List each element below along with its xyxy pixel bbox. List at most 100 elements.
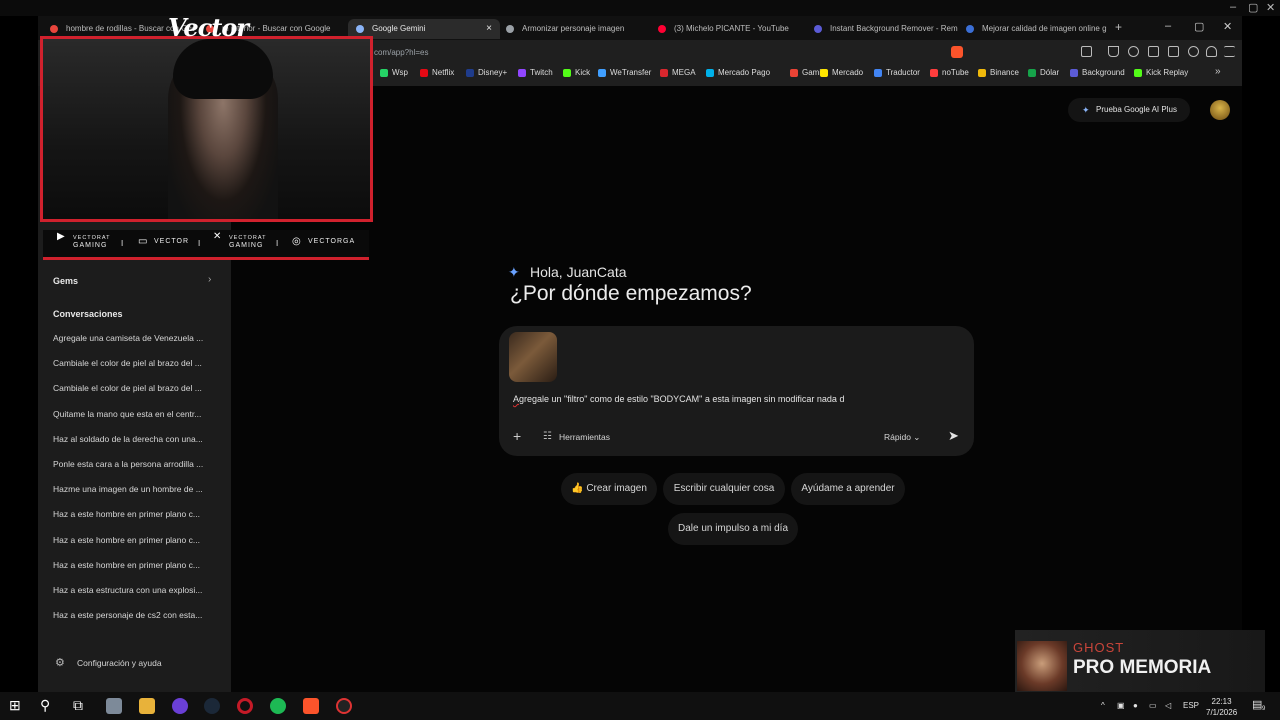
discord-icon[interactable]: [172, 698, 188, 714]
ai-icon[interactable]: [1188, 46, 1199, 57]
bookmark-label: Mercado Pago: [718, 68, 771, 77]
browser-tab[interactable]: Instant Background Remover - Remo: [806, 19, 958, 39]
conversation-item[interactable]: Agregale una camiseta de Venezuela ...: [53, 333, 221, 358]
bookmark-item[interactable]: MEGA: [660, 68, 696, 77]
volume-icon[interactable]: ◁: [1165, 701, 1171, 710]
close-icon[interactable]: ✕: [1266, 1, 1275, 14]
bookmark-favicon-icon: [660, 69, 668, 77]
obs-icon[interactable]: [336, 698, 352, 714]
bookmark-item[interactable]: Gamil: [790, 68, 823, 77]
conversation-item[interactable]: Cambiale el color de piel al brazo del .…: [53, 383, 221, 408]
maximize-icon[interactable]: ▢: [1248, 1, 1258, 14]
attached-image-thumbnail[interactable]: [509, 332, 557, 382]
language-indicator[interactable]: ESP: [1183, 701, 1199, 710]
bookmark-item[interactable]: Disney+: [466, 68, 507, 77]
chevron-right-icon[interactable]: ›: [208, 274, 211, 285]
prompt-input[interactable]: Agregale un "filtro" como de estilo "BOD…: [513, 394, 844, 404]
wallet-icon[interactable]: [1168, 46, 1179, 57]
model-speed-dropdown[interactable]: Rápido ⌄: [884, 432, 920, 443]
bookmark-item[interactable]: Mercado Pago: [706, 68, 770, 77]
x-icon: ✕: [213, 231, 223, 242]
conversation-item[interactable]: Haz a este personaje de cs2 con esta...: [53, 610, 221, 635]
chip-boost-day[interactable]: Dale un impulso a mi día: [668, 513, 798, 545]
search-icon[interactable]: ⚲: [40, 697, 50, 714]
task-view-icon[interactable]: ⧉: [73, 697, 83, 714]
tools-button[interactable]: ☷ Herramientas: [543, 431, 610, 442]
tab-close-icon[interactable]: ×: [486, 19, 492, 39]
bookmark-item[interactable]: Netflix: [420, 68, 454, 77]
app-icon[interactable]: [106, 698, 122, 714]
bookmark-label: WeTransfer: [610, 68, 652, 77]
chip-create-image[interactable]: 👍 Crear imagen: [561, 473, 657, 505]
page-title: ¿Por dónde empezamos?: [510, 282, 752, 305]
now-playing-widget: GHOST PRO MEMORIA: [1015, 630, 1265, 692]
bookmark-label: Traductor: [886, 68, 920, 77]
send-icon[interactable]: ➤: [948, 428, 959, 444]
window-maximize-icon[interactable]: ▢: [1194, 20, 1204, 33]
bookmark-favicon-icon: [820, 69, 828, 77]
x-handle-line2: GAMING: [229, 242, 264, 249]
bookmark-item[interactable]: Traductor: [874, 68, 920, 77]
spotify-icon[interactable]: [270, 698, 286, 714]
vpn-icon[interactable]: [1206, 46, 1217, 57]
conversation-item[interactable]: Haz a esta estructura con una explosi...: [53, 585, 221, 610]
conversation-item[interactable]: Haz al soldado de la derecha con una...: [53, 434, 221, 459]
add-attachment-icon[interactable]: +: [513, 428, 521, 444]
brave-icon[interactable]: [303, 698, 319, 714]
url-field[interactable]: com/app?hl=es: [368, 43, 968, 63]
settings-link[interactable]: ⚙ Configuración y ayuda: [53, 657, 162, 669]
window-minimize-icon[interactable]: –: [1165, 20, 1171, 32]
bookmark-item[interactable]: Twitch: [518, 68, 553, 77]
conversation-item[interactable]: Ponle esta cara a la persona arrodilla .…: [53, 459, 221, 484]
chip-write-anything[interactable]: Escribir cualquier cosa: [663, 473, 785, 505]
chevron-up-icon[interactable]: ^: [1101, 701, 1105, 710]
browser-tab[interactable]: Armonizar personaje imagen: [498, 19, 650, 39]
bookmark-favicon-icon: [598, 69, 606, 77]
browser-tab[interactable]: (3) Michelo PICANTE - YouTube: [650, 19, 802, 39]
menu-icon[interactable]: [1224, 46, 1235, 57]
window-close-icon[interactable]: ✕: [1223, 20, 1232, 33]
bookmark-item[interactable]: WeTransfer: [598, 68, 651, 77]
music-icon[interactable]: [1128, 46, 1139, 57]
tab-title: Mejorar calidad de imagen online g: [982, 24, 1107, 33]
bookmark-item[interactable]: Kick Replay: [1134, 68, 1188, 77]
gems-link[interactable]: Gems: [53, 276, 78, 286]
clock[interactable]: 22:13 7/1/2026: [1206, 696, 1237, 718]
conversation-item[interactable]: Hazme una imagen de un hombre de ...: [53, 484, 221, 509]
opera-gx-icon[interactable]: [237, 698, 253, 714]
bookmark-item[interactable]: Background: [1070, 68, 1125, 77]
bookmark-item[interactable]: Dólar: [1028, 68, 1059, 77]
chip-help-learn[interactable]: Ayúdame a aprender: [791, 473, 905, 505]
bookmark-item[interactable]: Wsp: [380, 68, 408, 77]
new-tab-icon[interactable]: +: [1115, 20, 1122, 34]
bookmark-item[interactable]: Mercado: [820, 68, 863, 77]
conversation-item[interactable]: Quitame la mano que esta en el centr...: [53, 409, 221, 434]
microphone-icon[interactable]: ●: [1133, 701, 1138, 710]
file-explorer-icon[interactable]: [139, 698, 155, 714]
bookmarks-more-icon[interactable]: »: [1215, 66, 1221, 77]
album-art: [1017, 641, 1067, 691]
minimize-icon[interactable]: –: [1230, 1, 1236, 13]
bookmark-item[interactable]: Binance: [978, 68, 1019, 77]
conversation-item[interactable]: Haz a este hombre en primer plano c...: [53, 560, 221, 585]
screenshot-icon[interactable]: [1081, 46, 1092, 57]
tray-icon[interactable]: ▣: [1117, 701, 1125, 710]
bookmark-item[interactable]: Kick: [563, 68, 590, 77]
separator: I: [276, 239, 279, 248]
conversation-item[interactable]: Haz a este hombre en primer plano c...: [53, 509, 221, 534]
sidebar-icon[interactable]: [1148, 46, 1159, 57]
avatar[interactable]: [1210, 100, 1230, 120]
conversation-item[interactable]: Haz a este hombre en primer plano c...: [53, 535, 221, 560]
notifications-icon[interactable]: ▤: [1252, 698, 1262, 711]
upgrade-button[interactable]: ✦ Prueba Google AI Plus: [1068, 98, 1190, 122]
brave-shield-icon[interactable]: [951, 46, 963, 58]
tab-favicon-icon: [658, 25, 666, 33]
windows-start-icon[interactable]: ⊞: [9, 697, 21, 714]
browser-tab[interactable]: Mejorar calidad de imagen online g: [958, 19, 1110, 39]
steam-icon[interactable]: [204, 698, 220, 714]
bookmark-item[interactable]: noTube: [930, 68, 969, 77]
gemini-sparkle-icon: ✦: [508, 264, 520, 280]
conversation-item[interactable]: Cambiale el color de piel al brazo del .…: [53, 358, 221, 383]
network-icon[interactable]: ▭: [1149, 701, 1157, 710]
download-icon[interactable]: [1108, 46, 1119, 57]
